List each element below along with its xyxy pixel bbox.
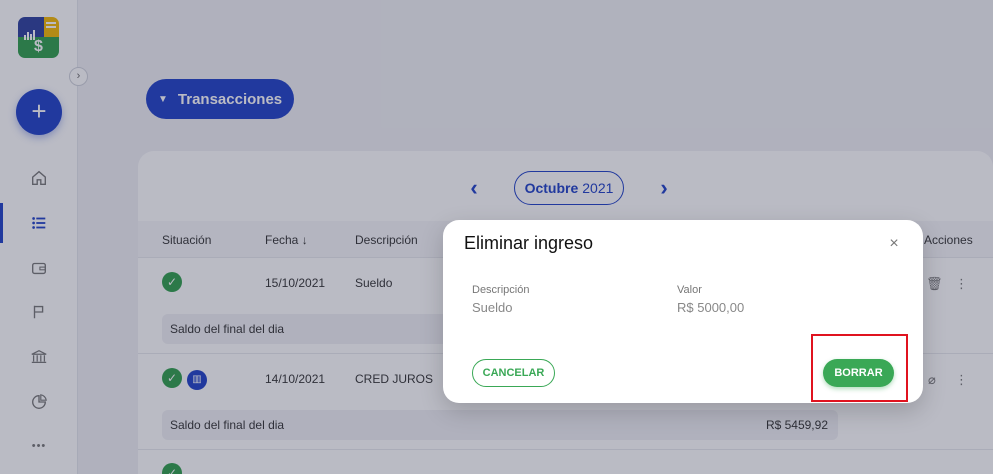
close-icon[interactable]: × [886, 235, 902, 253]
value-amount: R$ 5000,00 [677, 300, 745, 315]
description-label: Descripción [472, 284, 530, 296]
value-label: Valor [677, 284, 702, 296]
dialog-title: Eliminar ingreso [464, 233, 594, 253]
highlight-box [811, 334, 908, 402]
cancel-button[interactable]: CANCELAR [472, 359, 555, 387]
description-value: Sueldo [472, 300, 513, 315]
